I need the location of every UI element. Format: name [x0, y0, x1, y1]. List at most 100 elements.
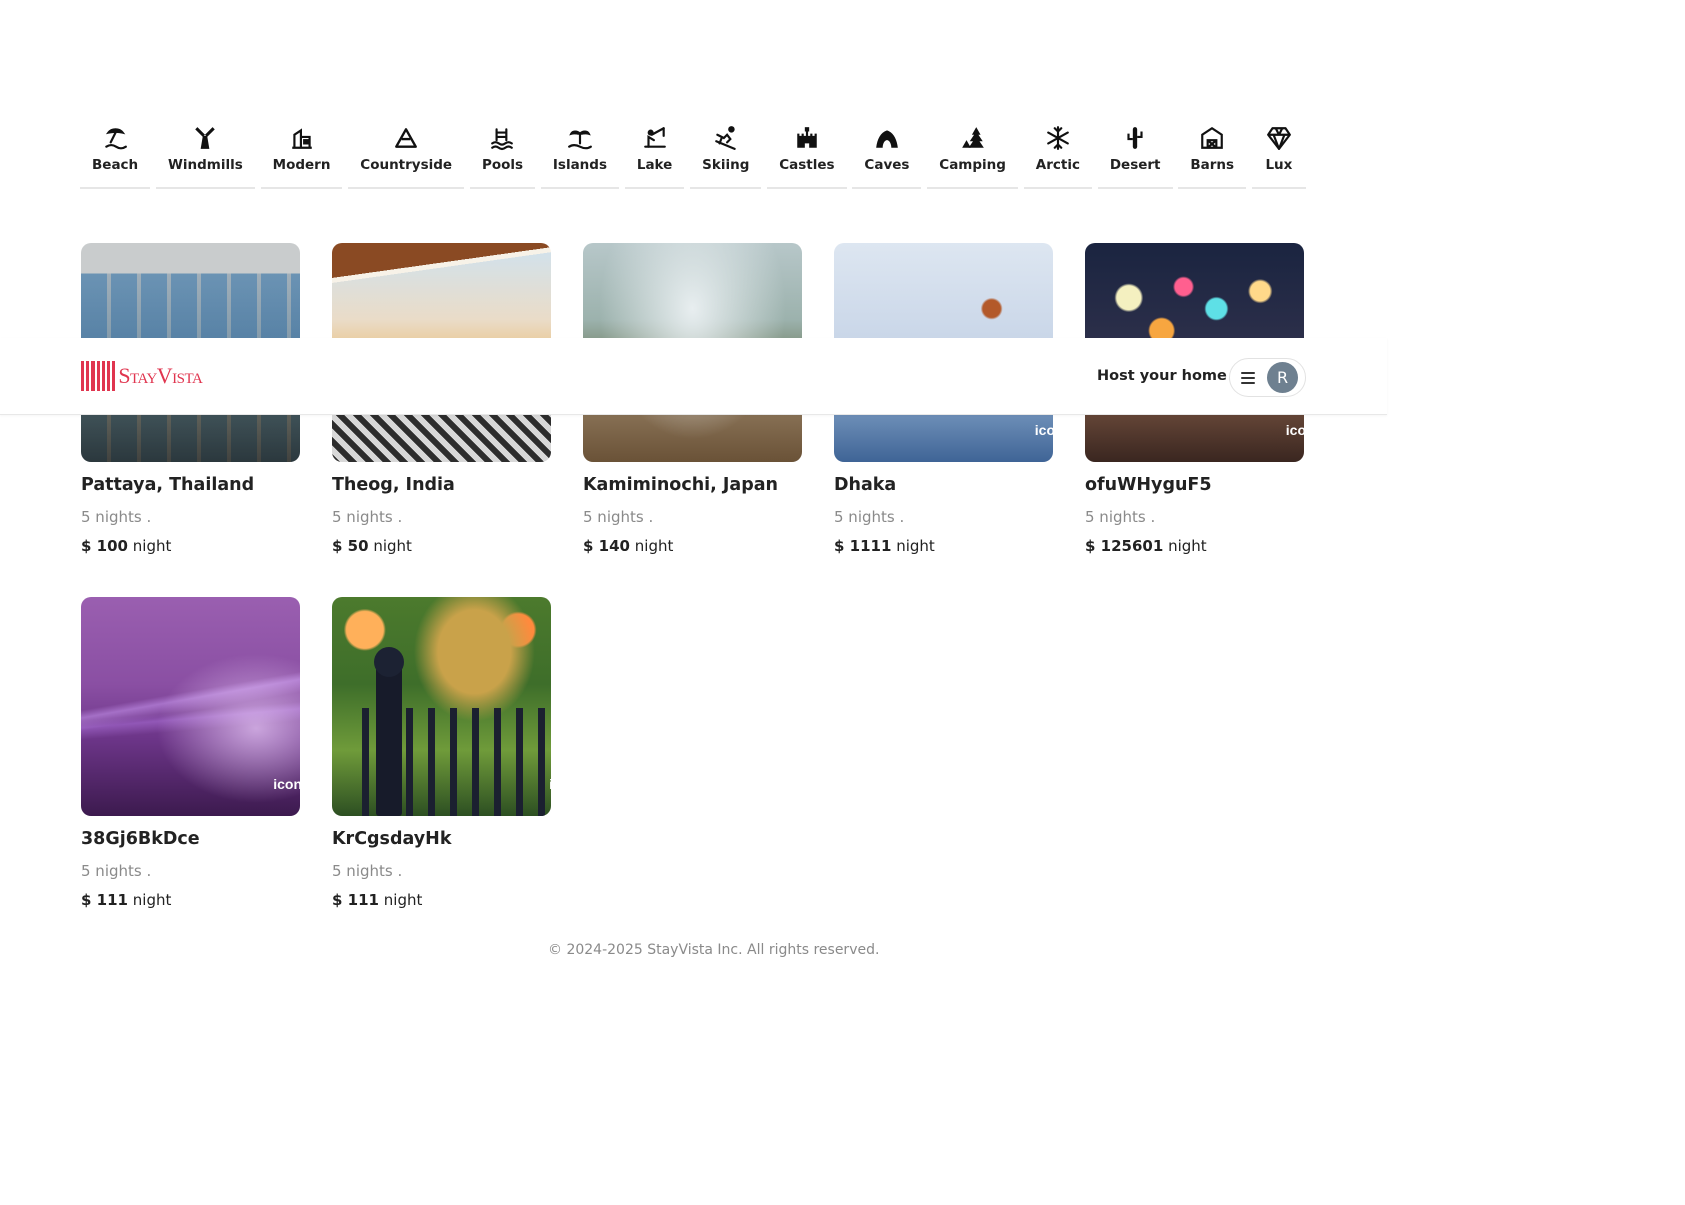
footer-copyright: © 2024-2025 StayVista Inc. All rights re…: [548, 942, 880, 958]
price-currency: $: [81, 891, 92, 909]
category-pools[interactable]: Pools: [469, 112, 536, 189]
beach-icon: [100, 123, 130, 153]
category-desert[interactable]: Desert: [1097, 112, 1173, 189]
listing-card[interactable]: ico Dhaka 5 nights . $ 1111 night: [834, 243, 1053, 597]
snowflake-icon: [1043, 123, 1073, 153]
price-amount: 140: [598, 537, 630, 555]
listing-title: KrCgsdayHk: [332, 829, 452, 849]
listing-title: ofuWHyguF5: [1085, 475, 1212, 495]
category-label: Countryside: [360, 157, 453, 173]
listing-image[interactable]: i: [332, 597, 551, 816]
modern-house-icon: [287, 123, 317, 153]
category-label: Modern: [272, 157, 331, 173]
price-currency: $: [1085, 537, 1096, 555]
island-icon: [565, 123, 595, 153]
category-modern[interactable]: Modern: [260, 112, 343, 189]
listing-card[interactable]: Kamiminochi, Japan 5 nights . $ 140 nigh…: [583, 243, 802, 597]
category-label: Skiing: [702, 157, 750, 173]
image-watermark: ico: [1285, 422, 1304, 438]
host-your-home-link[interactable]: Host your home: [1097, 368, 1227, 384]
listing-card[interactable]: i KrCgsdayHk 5 nights . $ 111 night: [332, 597, 551, 951]
listing-title: Kamiminochi, Japan: [583, 475, 779, 495]
category-bar: Beach Windmills Modern Countryside Pools…: [80, 112, 1306, 189]
fence-post-graphic: [376, 666, 402, 816]
listing-card[interactable]: Theog, India 5 nights . $ 50 night: [332, 243, 551, 597]
listing-card[interactable]: icon 38Gj6BkDce 5 nights . $ 111 night: [81, 597, 300, 951]
category-label: Windmills: [168, 157, 243, 173]
category-label: Lake: [636, 157, 673, 173]
category-label: Islands: [552, 157, 607, 173]
category-windmills[interactable]: Windmills: [156, 112, 255, 189]
hamburger-menu-icon: [1241, 371, 1255, 384]
listing-price: $ 100 night: [81, 537, 300, 555]
listing-price: $ 111 night: [332, 891, 551, 909]
listing-price: $ 111 night: [81, 891, 300, 909]
listing-nights: 5 nights .: [583, 508, 654, 526]
stayvista-logo[interactable]: StayVista: [81, 361, 203, 391]
price-currency: $: [834, 537, 845, 555]
category-label: Lux: [1265, 157, 1293, 173]
price-currency: $: [332, 891, 343, 909]
price-amount: 1111: [849, 537, 892, 555]
category-castles[interactable]: Castles: [767, 112, 847, 189]
listing-title: Pattaya, Thailand: [81, 475, 255, 495]
price-currency: $: [81, 537, 92, 555]
diamond-icon: [1264, 123, 1294, 153]
category-label: Barns: [1190, 157, 1235, 173]
camping-icon: [958, 123, 988, 153]
listing-nights: 5 nights .: [332, 862, 403, 880]
price-unit: night: [1168, 537, 1207, 555]
category-label: Desert: [1109, 157, 1161, 173]
listing-nights: 5 nights .: [81, 508, 152, 526]
price-unit: night: [383, 891, 423, 909]
category-caves[interactable]: Caves: [852, 112, 922, 189]
cactus-icon: [1120, 123, 1150, 153]
category-lake[interactable]: Lake: [624, 112, 685, 189]
category-barns[interactable]: Barns: [1178, 112, 1247, 189]
category-countryside[interactable]: Countryside: [348, 112, 465, 189]
category-islands[interactable]: Islands: [540, 112, 619, 189]
listing-price: $ 50 night: [332, 537, 551, 555]
price-unit: night: [896, 537, 935, 555]
image-watermark: i: [549, 776, 551, 792]
price-amount: 50: [347, 537, 369, 555]
fence-finial-graphic: [374, 647, 404, 677]
listing-price: $ 125601 night: [1085, 537, 1304, 555]
price-currency: $: [583, 537, 594, 555]
listing-nights: 5 nights .: [81, 862, 152, 880]
listing-nights: 5 nights .: [1085, 508, 1156, 526]
category-arctic[interactable]: Arctic: [1023, 112, 1092, 189]
category-label: Caves: [864, 157, 910, 173]
image-watermark: ico: [1034, 422, 1053, 438]
cave-icon: [872, 123, 902, 153]
user-menu-button[interactable]: R: [1229, 358, 1306, 397]
price-amount: 125601: [1100, 537, 1164, 555]
listing-card[interactable]: ico ofuWHyguF5 5 nights . $ 125601 night: [1085, 243, 1304, 597]
price-unit: night: [132, 891, 172, 909]
price-unit: night: [132, 537, 172, 555]
logo-text: StayVista: [118, 363, 203, 388]
listing-card[interactable]: Pattaya, Thailand 5 nights . $ 100 night: [81, 243, 300, 597]
listing-nights: 5 nights .: [332, 508, 403, 526]
price-amount: 100: [96, 537, 128, 555]
category-skiing[interactable]: Skiing: [690, 112, 762, 189]
price-amount: 111: [347, 891, 379, 909]
category-camping[interactable]: Camping: [927, 112, 1018, 189]
logo-bars-icon: [81, 361, 116, 391]
category-label: Arctic: [1035, 157, 1080, 173]
listing-image[interactable]: icon: [81, 597, 300, 816]
pool-icon: [487, 123, 517, 153]
price-amount: 111: [96, 891, 128, 909]
price-unit: night: [373, 537, 412, 555]
price-unit: night: [634, 537, 674, 555]
image-watermark: icon: [273, 776, 300, 792]
category-label: Camping: [939, 157, 1006, 173]
category-label: Beach: [92, 157, 139, 173]
category-beach[interactable]: Beach: [80, 112, 151, 189]
listing-nights: 5 nights .: [834, 508, 905, 526]
mountain-icon: [391, 123, 421, 153]
price-currency: $: [332, 537, 343, 555]
castle-icon: [792, 123, 822, 153]
category-lux[interactable]: Lux: [1251, 112, 1306, 189]
windmill-icon: [190, 123, 220, 153]
